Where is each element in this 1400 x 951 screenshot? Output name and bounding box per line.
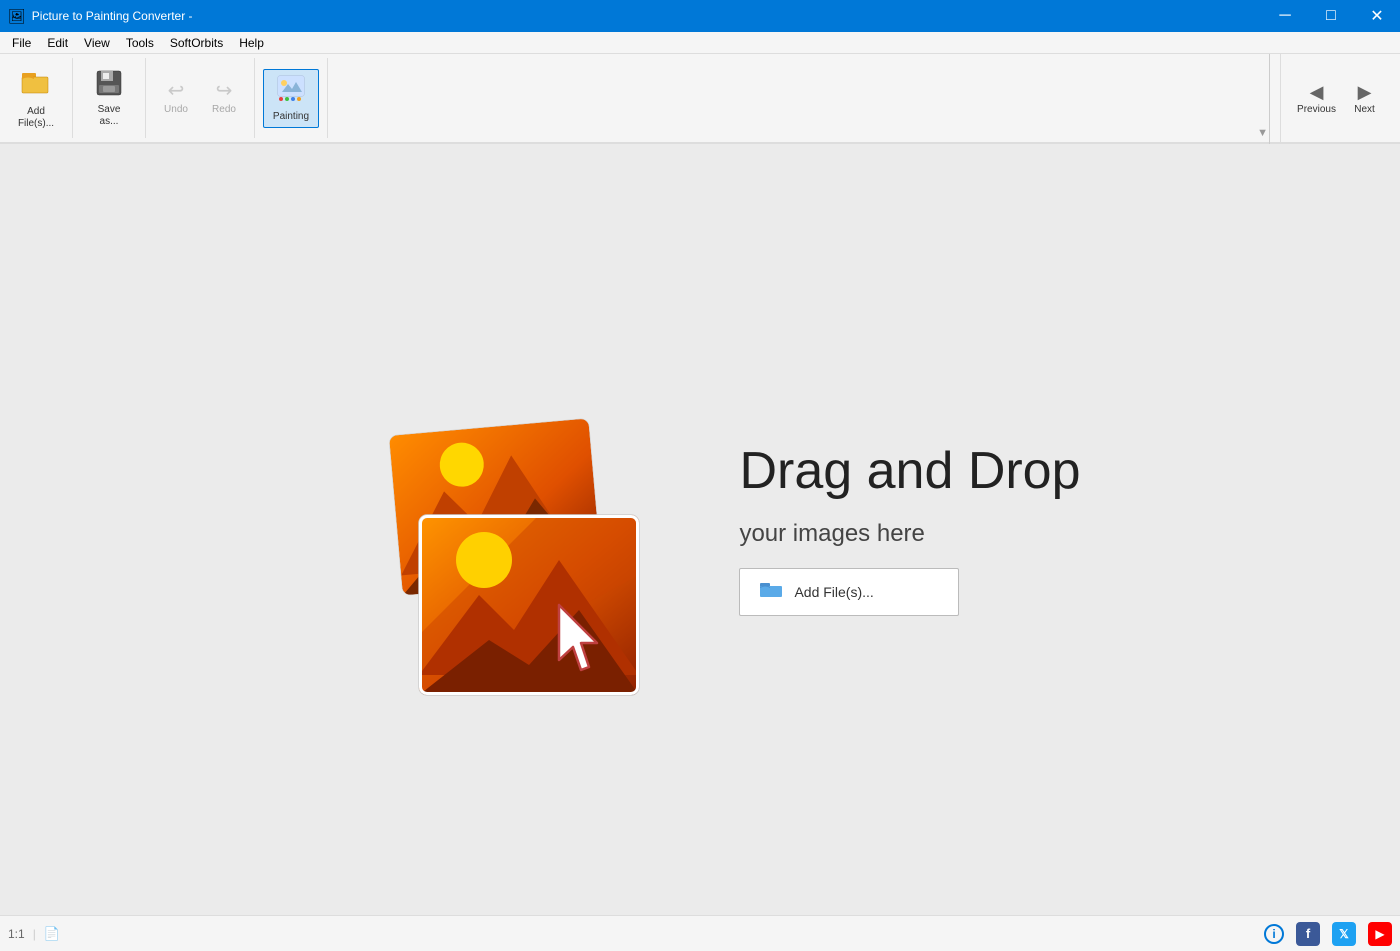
toolbar-group-add: AddFile(s)... [0,58,73,138]
title-bar: 🖼 Picture to Painting Converter - ─ □ ✕ [0,0,1400,32]
youtube-icon[interactable]: ▶ [1368,922,1392,946]
painting-label: Painting [273,111,309,123]
menu-edit[interactable]: Edit [39,32,76,54]
status-separator: | [33,927,36,941]
main-content: Drag and Drop your images here Add File(… [0,144,1400,915]
folder-icon [760,579,784,605]
toolbar: AddFile(s)... Saveas... ↩ Undo ↪ [0,54,1400,144]
previous-icon: ◀ [1310,83,1324,101]
drag-drop-subtitle: your images here [739,520,1080,548]
twitter-icon[interactable]: 𝕏 [1332,922,1356,946]
facebook-icon[interactable]: f [1296,922,1320,946]
menu-bar: File Edit View Tools SoftOrbits Help [0,32,1400,54]
undo-label: Undo [164,104,188,116]
add-files-label: Add File(s)... [794,584,873,600]
next-icon: ▶ [1358,83,1372,101]
add-files-button[interactable]: Add File(s)... [739,568,959,616]
menu-view[interactable]: View [76,32,118,54]
save-as-label: Saveas... [98,104,121,128]
drop-illustration [319,345,679,715]
status-left: 1:1 | 📄 [8,926,60,942]
restore-button[interactable]: □ [1308,0,1354,32]
toolbar-group-painting: Painting [255,58,328,138]
undo-button[interactable]: ↩ Undo [154,76,198,121]
app-icon: 🖼 [8,8,26,25]
menu-softorbits[interactable]: SoftOrbits [162,32,231,54]
toolbar-group-undoredo: ↩ Undo ↪ Redo [146,58,255,138]
status-bar: 1:1 | 📄 i f 𝕏 ▶ [0,915,1400,951]
menu-help[interactable]: Help [231,32,272,54]
redo-button[interactable]: ↪ Redo [202,76,246,121]
title-bar-left: 🖼 Picture to Painting Converter - [8,8,193,25]
previous-button[interactable]: ◀ Previous [1295,78,1339,121]
drop-text-area: Drag and Drop your images here Add File(… [739,443,1080,616]
menu-tools[interactable]: Tools [118,32,162,54]
nav-area: ◀ Previous ▶ Next [1280,54,1400,144]
minimize-button[interactable]: ─ [1262,0,1308,32]
painting-icon [276,74,306,108]
toolbar-separator [1269,54,1270,144]
menu-file[interactable]: File [4,32,39,54]
title-text: Picture to Painting Converter - [32,9,193,23]
undo-icon: ↩ [168,81,185,101]
toolbar-collapse-arrow[interactable]: ▼ [1257,127,1268,139]
drag-drop-title: Drag and Drop [739,443,1080,500]
status-page-icon: 📄 [44,926,60,942]
close-button[interactable]: ✕ [1354,0,1400,32]
nav-buttons: ◀ Previous ▶ Next [1295,78,1387,121]
add-file-label: AddFile(s)... [18,106,54,130]
save-as-button[interactable]: Saveas... [81,64,137,133]
painting-button[interactable]: Painting [263,69,319,128]
next-button[interactable]: ▶ Next [1343,78,1387,121]
status-right: i f 𝕏 ▶ [1264,922,1392,946]
illustration [319,345,679,715]
info-icon[interactable]: i [1264,924,1284,944]
previous-label: Previous [1297,104,1336,116]
add-file-button[interactable]: AddFile(s)... [8,62,64,135]
redo-icon: ↪ [216,81,233,101]
add-file-icon [20,67,52,103]
save-as-icon [95,69,123,101]
next-label: Next [1354,104,1375,116]
zoom-label: 1:1 [8,927,25,941]
redo-label: Redo [212,104,236,116]
window-controls: ─ □ ✕ [1262,0,1400,32]
drop-zone: Drag and Drop your images here Add File(… [319,345,1080,715]
toolbar-group-save: Saveas... [73,58,146,138]
